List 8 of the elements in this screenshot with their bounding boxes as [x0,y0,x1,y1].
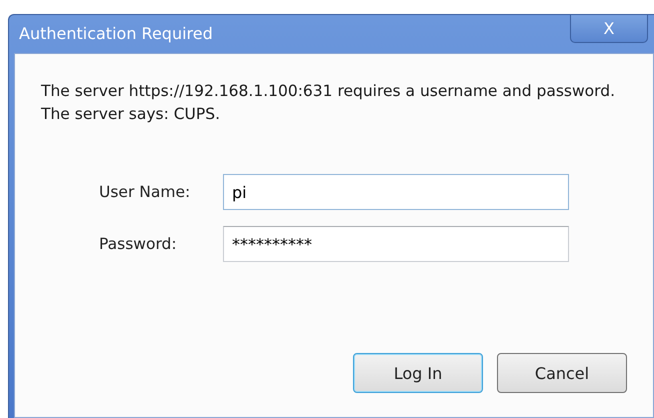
dialog-button[interactable]: Cancel [497,353,627,393]
window-title: Authentication Required [19,24,213,43]
input-field[interactable]: ********** [223,226,569,262]
field-label: User Name: [99,183,192,201]
field-label: Password: [99,235,178,253]
input-field[interactable]: pi [223,174,569,210]
dialog-button[interactable]: Log In [353,353,483,393]
message-text: The server https://192.168.1.100:631 requires a username and password. The server says: CUPS. [41,81,616,125]
